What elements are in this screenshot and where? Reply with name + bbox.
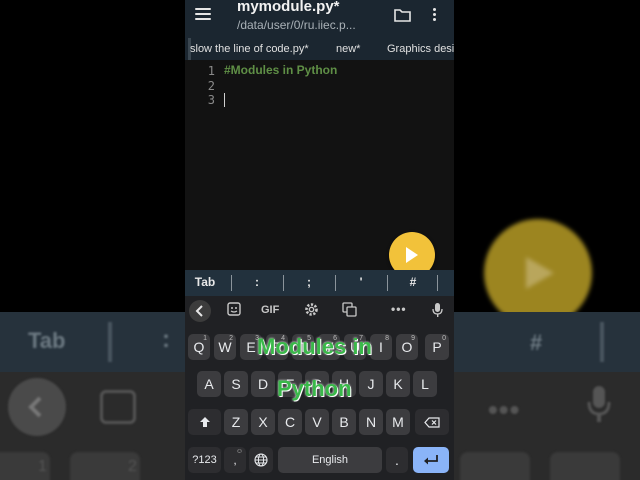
background-digit: 1	[38, 458, 47, 475]
file-title: mymodule.py*	[237, 0, 340, 15]
keyboard-more-button[interactable]: •••	[391, 302, 407, 316]
folder-icon[interactable]	[394, 8, 411, 22]
background-colon-label: :	[162, 326, 170, 353]
caption-overlay-line-1: Modules in	[257, 334, 372, 359]
sticker-icon[interactable]	[227, 302, 241, 316]
tab-graphics[interactable]: Graphics desi	[387, 43, 454, 55]
shift-key[interactable]	[188, 409, 221, 435]
background-play-button	[484, 219, 592, 327]
text-cursor	[224, 93, 225, 107]
symbol-bar: Tab : ; ' #	[185, 270, 454, 296]
mic-icon[interactable]	[432, 302, 443, 318]
symbol-separator	[335, 275, 336, 291]
period-key[interactable]: .	[386, 447, 408, 473]
line-number: 3	[207, 93, 215, 107]
caption-overlay-line-2: Python	[277, 376, 352, 401]
enter-key[interactable]	[413, 447, 449, 473]
app-bar: mymodule.py* /data/user/0/ru.iiec.p...	[185, 0, 454, 38]
symbol-key-quote[interactable]: '	[351, 275, 371, 289]
overflow-menu-icon[interactable]	[433, 8, 437, 22]
sticker-icon	[100, 390, 136, 424]
key-w[interactable]: W2	[214, 334, 236, 360]
key-z[interactable]: Z	[224, 409, 248, 435]
file-path: /data/user/0/ru.iiec.p...	[237, 18, 356, 32]
key-k[interactable]: K	[386, 371, 410, 397]
key-p[interactable]: P0	[425, 334, 449, 360]
chevron-left-icon	[28, 396, 42, 418]
language-key[interactable]	[249, 447, 273, 473]
symbol-key-colon[interactable]: :	[247, 275, 267, 289]
background-tab-label: Tab	[28, 328, 66, 353]
tab-new[interactable]: new*	[336, 43, 360, 55]
symbol-separator	[231, 275, 232, 291]
key-v[interactable]: V	[305, 409, 329, 435]
backspace-key[interactable]	[415, 409, 449, 435]
backspace-icon	[424, 417, 440, 428]
shift-arrow-icon	[199, 417, 210, 427]
key-o[interactable]: O9	[396, 334, 418, 360]
globe-icon	[254, 453, 268, 467]
background-mic-icon	[587, 386, 611, 422]
file-tab-bar: slow the line of code.py* new* Graphics …	[185, 38, 454, 60]
soft-keyboard: GIF ••• Q1 W2 E3 R4 T5 Y6 U7 I8 O9 P0 A …	[185, 296, 454, 480]
symbol-key-tab[interactable]: Tab	[191, 275, 219, 289]
key-m[interactable]: M	[386, 409, 410, 435]
key-n[interactable]: N	[359, 409, 383, 435]
background-key	[460, 452, 530, 480]
background-hash-label: #	[530, 330, 543, 355]
line-number: 2	[207, 79, 215, 93]
chevron-left-icon	[195, 305, 203, 317]
key-q[interactable]: Q1	[188, 334, 210, 360]
phone-screen: mymodule.py* /data/user/0/ru.iiec.p... s…	[185, 0, 454, 480]
symbol-separator	[283, 275, 284, 291]
key-i[interactable]: I8	[370, 334, 392, 360]
symbols-key[interactable]: ?123	[188, 447, 221, 473]
play-icon	[526, 257, 554, 289]
symbol-separator	[387, 275, 388, 291]
translate-icon[interactable]	[342, 302, 357, 317]
symbol-key-hash[interactable]: #	[403, 275, 423, 289]
key-a[interactable]: A	[197, 371, 221, 397]
space-bar[interactable]: English	[278, 447, 382, 473]
symbol-key-semicolon[interactable]: ;	[299, 275, 319, 289]
key-b[interactable]: B	[332, 409, 356, 435]
key-c[interactable]: C	[278, 409, 302, 435]
key-x[interactable]: X	[251, 409, 275, 435]
keyboard-back-button[interactable]	[189, 300, 211, 322]
background-digit: 2	[128, 458, 137, 475]
code-line[interactable]: #Modules in Python	[224, 63, 337, 77]
hamburger-menu-icon[interactable]	[195, 8, 211, 22]
tab-slow-the-line[interactable]: slow the line of code.py*	[190, 43, 309, 55]
background-separator	[600, 322, 604, 362]
key-d[interactable]: D	[251, 371, 275, 397]
key-l[interactable]: L	[413, 371, 437, 397]
background-separator	[108, 322, 112, 362]
symbol-separator	[437, 275, 438, 291]
line-number: 1	[207, 64, 215, 78]
background-back-button	[8, 378, 66, 436]
play-icon	[406, 247, 418, 263]
background-more-dots: •••	[488, 394, 521, 425]
key-j[interactable]: J	[359, 371, 383, 397]
background-key	[550, 452, 620, 480]
key-s[interactable]: S	[224, 371, 248, 397]
gif-button[interactable]: GIF	[261, 304, 279, 316]
gear-icon[interactable]	[304, 302, 319, 317]
comma-key[interactable]: , ☺	[224, 447, 246, 473]
enter-arrow-icon	[424, 455, 438, 465]
